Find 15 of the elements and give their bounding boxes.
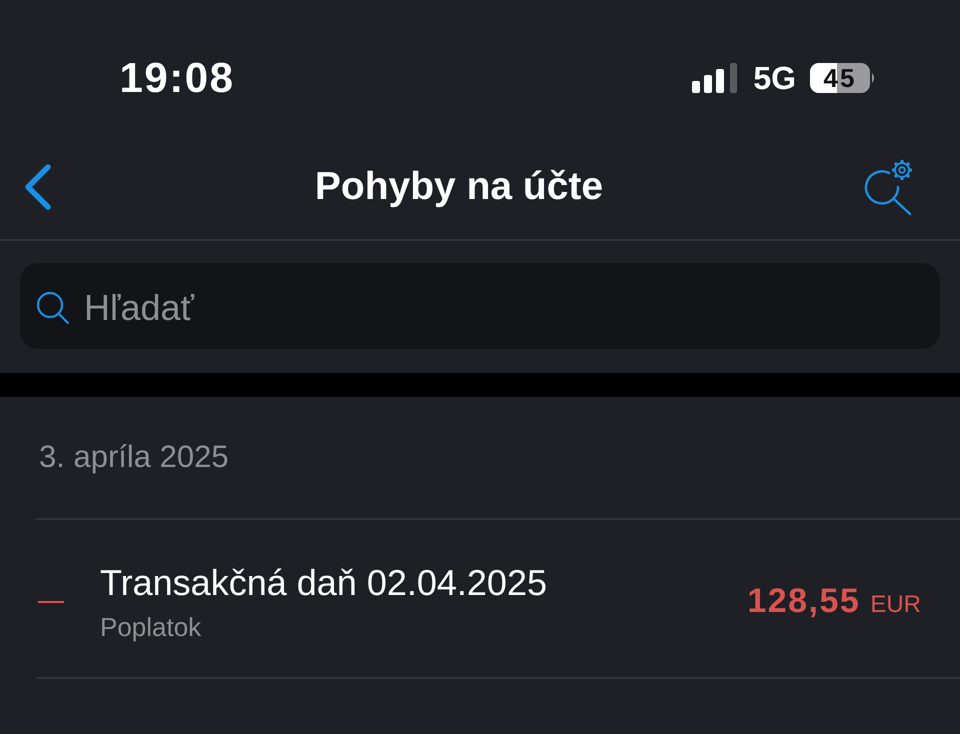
signal-icon — [692, 63, 740, 93]
search-icon — [36, 291, 70, 325]
search-field[interactable]: Hľadať — [20, 263, 940, 349]
status-time: 19:08 — [120, 53, 234, 103]
currency-label: EUR — [870, 591, 921, 619]
back-chevron-icon — [24, 164, 52, 210]
transaction-title: Transakčná daň 02.04.2025 — [100, 562, 547, 604]
transaction-category: Poplatok — [100, 612, 202, 642]
transaction-amount: 128,55 — [747, 582, 860, 621]
page-title: Pohyby na účte — [314, 164, 604, 210]
transaction-row[interactable]: Transakčná daň 02.04.2025 Poplatok 128,55 EUR — [36, 518, 960, 679]
minus-icon — [38, 600, 64, 602]
network-label: 5G — [753, 60, 796, 96]
date-header: 3. apríla 2025 — [39, 439, 229, 474]
search-settings-icon — [863, 158, 913, 216]
